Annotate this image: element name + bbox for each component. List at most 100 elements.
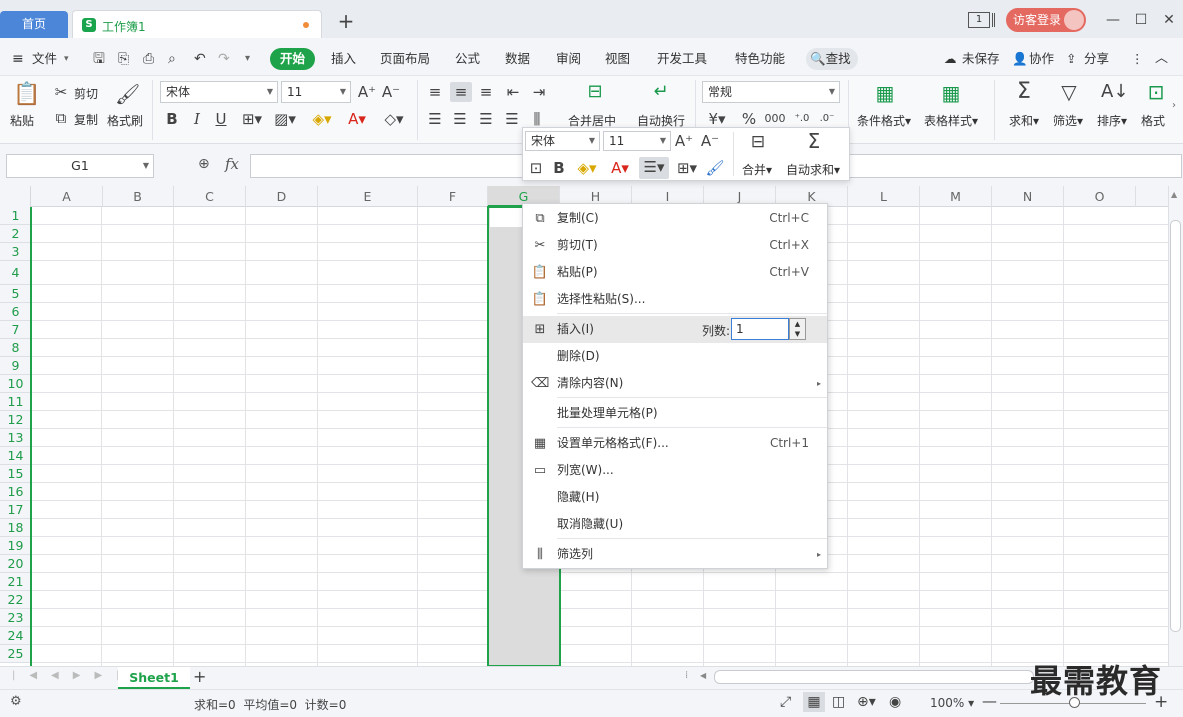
mini-format-painter-icon[interactable]: 🖌 [705,158,725,178]
copy-button[interactable]: 复制 [74,111,98,128]
macro-icon[interactable]: ⚙ [10,694,22,709]
vertical-scroll-thumb[interactable] [1170,220,1181,632]
chevron-down-icon[interactable]: ▾ [64,50,69,68]
mini-font-name-combo[interactable]: 宋体 ▼ [525,131,600,151]
cell-style-icon[interactable]: ▨▾ [273,109,297,129]
conditional-format-icon[interactable]: ▦ [872,83,898,103]
distributed-icon[interactable]: ⫼ [528,109,546,129]
close-button[interactable]: ✕ [1160,11,1178,29]
name-box[interactable]: G1 ▼ [6,154,154,178]
align-right-icon[interactable]: ☰ [477,109,495,129]
align-bottom-icon[interactable]: ≡ [477,82,495,102]
mini-fill-color-icon[interactable]: ◈▾ [573,158,601,178]
page-layout-view-icon[interactable]: ◫ [832,694,845,710]
menu-tab-special[interactable]: 特色功能 [735,50,785,68]
font-name-combo[interactable]: 宋体 ▼ [160,81,278,103]
normal-view-icon[interactable]: ▦ [803,692,825,712]
add-sheet-button[interactable]: + [193,667,206,687]
align-middle-icon[interactable]: ≡ [450,82,472,102]
menu-tab-page-layout[interactable]: 页面布局 [380,50,430,68]
export-icon[interactable]: ⎘ [118,50,129,68]
undo-icon[interactable]: ↶ [194,50,206,68]
italic-icon[interactable]: I [188,109,206,129]
column-header-n[interactable]: N [992,186,1064,207]
mini-select-icon[interactable]: ⊡ [526,158,546,178]
column-header-l[interactable]: L [848,186,920,207]
menu-tab-review[interactable]: 审阅 [556,50,581,68]
menu-tab-developer[interactable]: 开发工具 [657,50,707,68]
filter-button[interactable]: 筛选▾ [1053,112,1083,129]
sheet-tab-sheet1[interactable]: Sheet1 [118,667,190,689]
context-menu-item[interactable]: ✂ 剪切(T) Ctrl+X [523,232,827,259]
context-menu-item[interactable]: 批量处理单元格(P) [523,400,827,427]
fill-color-icon[interactable]: ◈▾ [310,109,334,129]
row-header-4[interactable]: 4 [0,261,31,285]
merge-center-icon[interactable]: ⊟ [582,82,608,102]
select-all-corner[interactable] [0,186,31,207]
sum-button[interactable]: 求和▾ [1009,112,1039,129]
file-menu[interactable]: 文件 [32,50,57,68]
column-header-b[interactable]: B [102,186,174,207]
increase-decimal-icon[interactable]: ⁺.0 [791,109,813,129]
increase-indent-icon[interactable]: ⇥ [530,82,548,102]
format-painter-icon[interactable]: 🖌 [115,82,140,106]
row-header-20[interactable]: 20 [0,555,31,573]
format-button[interactable]: 格式 [1141,112,1165,129]
mini-merge-icon[interactable]: ⊟ [745,132,771,152]
align-left-icon[interactable]: ☰ [426,109,444,129]
mini-bold-icon[interactable]: B [550,158,568,178]
cut-button[interactable]: 剪切 [74,85,98,102]
row-header-9[interactable]: 9 [0,357,31,375]
print-icon[interactable]: ⎙ [143,50,154,68]
borders-icon[interactable]: ⊞▾ [240,109,264,129]
row-header-2[interactable]: 2 [0,225,31,243]
new-tab-button[interactable]: + [336,11,356,32]
fullscreen-icon[interactable]: ⤢ [780,694,791,710]
row-header-23[interactable]: 23 [0,609,31,627]
bold-icon[interactable]: B [163,109,181,129]
conditional-format-button[interactable]: 条件格式▾ [857,112,911,129]
row-header-18[interactable]: 18 [0,519,31,537]
currency-icon[interactable]: ¥▾ [706,109,728,129]
clear-format-icon[interactable]: ◇▾ [382,109,406,129]
collapse-ribbon-icon[interactable]: ︿ [1155,50,1168,68]
page-break-view-icon[interactable]: ⊕▾ [857,694,876,710]
align-center-icon[interactable]: ☰ [451,109,469,129]
home-tab[interactable]: 首页 [0,11,68,38]
quick-access-dropdown-icon[interactable]: ▾ [245,50,250,68]
decrease-indent-icon[interactable]: ⇤ [504,82,522,102]
document-tab[interactable]: S 工作簿1 [72,10,322,38]
sum-icon[interactable]: Σ [1012,81,1036,103]
column-header-f[interactable]: F [418,186,488,207]
zoom-level[interactable]: 100% ▾ [930,696,974,710]
zoom-out-button[interactable]: — [982,692,997,710]
maximize-button[interactable]: ☐ [1132,11,1150,29]
column-header-m[interactable]: M [920,186,992,207]
justify-icon[interactable]: ☰ [503,109,521,129]
mini-borders-icon[interactable]: ⊞▾ [673,158,701,178]
redo-icon[interactable]: ↷ [218,50,230,68]
table-style-icon[interactable]: ▦ [938,83,964,103]
context-menu-item[interactable]: 取消隐藏(U) [523,511,827,538]
row-header-17[interactable]: 17 [0,501,31,519]
zoom-formula-icon[interactable]: ⊕ [198,156,210,172]
print-preview-icon[interactable]: ⌕ [168,50,176,68]
share-button[interactable]: 分享 [1084,50,1109,68]
horizontal-scroll-thumb[interactable] [714,670,1034,684]
context-menu-item[interactable]: ▦ 设置单元格格式(F)... Ctrl+1 [523,430,827,457]
column-header-c[interactable]: C [174,186,246,207]
format-painter-button[interactable]: 格式刷 [107,112,143,129]
row-header-15[interactable]: 15 [0,465,31,483]
sort-button[interactable]: 排序▾ [1097,112,1127,129]
context-menu-item[interactable]: ▭ 列宽(W)... [523,457,827,484]
mini-autosum-button[interactable]: 自动求和▾ [786,161,840,178]
menu-tab-insert[interactable]: 插入 [331,50,356,68]
login-button[interactable]: 访客登录 [1006,8,1086,32]
underline-icon[interactable]: U [212,109,230,129]
row-header-10[interactable]: 10 [0,375,31,393]
mini-decrease-font-icon[interactable]: A⁻ [700,131,720,151]
font-color-icon[interactable]: A▾ [345,109,369,129]
mini-increase-font-icon[interactable]: A⁺ [674,131,694,151]
number-format-combo[interactable]: 常规 ▼ [702,81,840,103]
mini-autosum-icon[interactable]: Σ [802,131,826,151]
